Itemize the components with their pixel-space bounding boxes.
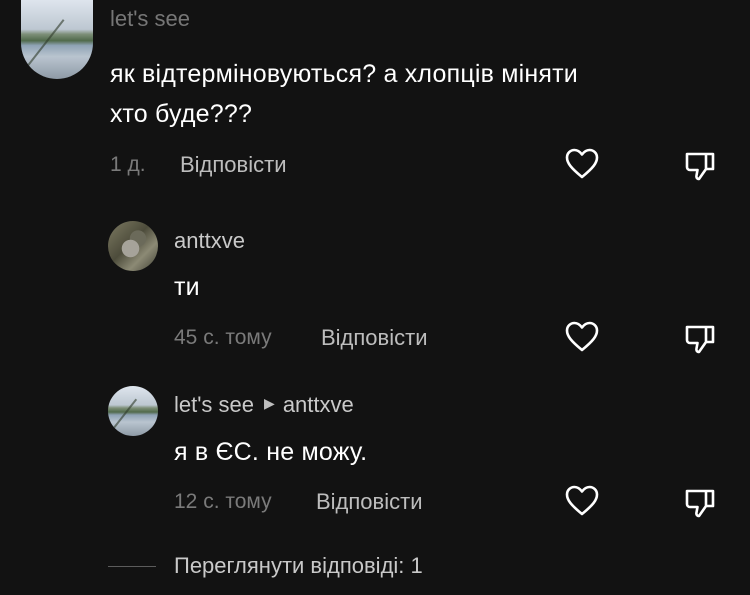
avatar[interactable] — [21, 0, 93, 79]
thumbs-down-icon[interactable] — [684, 487, 716, 519]
comment-username-row: let's see ▶ anttxve — [174, 392, 354, 418]
reply-button[interactable]: Відповісти — [180, 152, 287, 178]
avatar[interactable] — [108, 386, 158, 436]
heart-icon[interactable] — [565, 148, 599, 180]
divider-line — [108, 566, 156, 567]
caret-right-icon: ▶ — [264, 394, 275, 411]
comment-timestamp: 12 с. тому — [174, 490, 272, 513]
heart-icon[interactable] — [565, 485, 599, 517]
reply-button[interactable]: Відповісти — [316, 489, 423, 515]
comment-username[interactable]: let's see — [110, 6, 190, 32]
comment-username[interactable]: anttxve — [174, 228, 245, 254]
heart-icon[interactable] — [565, 321, 599, 353]
comment-text-line: як відтерміновуються? а хлопців міняти — [110, 60, 578, 88]
view-replies-button[interactable]: Переглянути відповіді: 1 — [174, 553, 423, 579]
thumbs-down-icon[interactable] — [684, 150, 716, 182]
comment-username[interactable]: let's see — [174, 392, 254, 418]
avatar[interactable] — [108, 221, 158, 271]
comment-text: я в ЄС. не можу. — [174, 438, 368, 466]
comment-timestamp: 1 д. — [110, 153, 146, 176]
comment-text-line: хто буде??? — [110, 100, 253, 128]
comment-timestamp: 45 с. тому — [174, 326, 272, 349]
reply-button[interactable]: Відповісти — [321, 325, 428, 351]
comment-text: ти — [174, 273, 200, 301]
reply-to-username[interactable]: anttxve — [283, 392, 354, 418]
comment-text: як відтерміновуються? а хлопців міняти х… — [110, 54, 730, 134]
thumbs-down-icon[interactable] — [684, 323, 716, 355]
